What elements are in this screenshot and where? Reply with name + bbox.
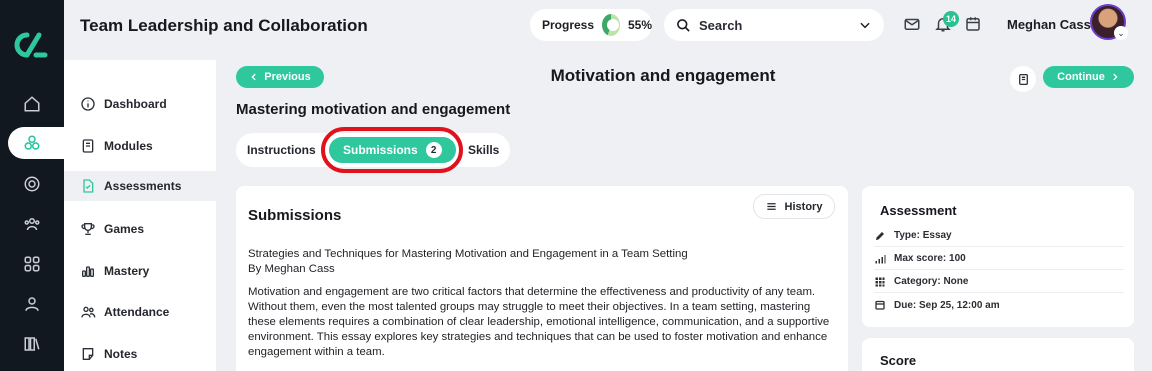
icon-rail — [0, 0, 64, 371]
continue-button[interactable]: Continue — [1043, 66, 1134, 88]
modules-icon[interactable] — [20, 131, 44, 155]
sidebar-item-label: Attendance — [104, 305, 170, 319]
sidebar-item-modules[interactable]: Modules — [64, 131, 216, 161]
search-dropdown[interactable]: Search — [664, 9, 884, 41]
assessment-max-score: Max score: 100 — [874, 248, 1124, 270]
sidebar-item-label: Mastery — [104, 264, 150, 278]
top-header: Team Leadership and Collaboration Progre… — [64, 0, 1152, 56]
book-icon[interactable] — [1010, 66, 1036, 92]
user-name[interactable]: Meghan Cass — [1007, 17, 1091, 32]
essay-header: Strategies and Techniques for Mastering … — [248, 247, 838, 277]
note-icon — [82, 348, 94, 360]
calendar-icon — [875, 300, 885, 310]
submissions-card: Submissions History Strategies and Techn… — [236, 186, 848, 371]
assessment-category: Category: None — [874, 271, 1124, 293]
previous-button[interactable]: Previous — [236, 66, 324, 88]
essay-title: Strategies and Techniques for Mastering … — [248, 248, 688, 260]
trophy-icon — [81, 223, 95, 235]
info-icon — [81, 97, 95, 111]
pencil-icon — [876, 231, 884, 240]
library-icon[interactable] — [20, 332, 44, 356]
progress-ring — [602, 14, 620, 36]
sidebar-item-mastery[interactable]: Mastery — [64, 256, 216, 286]
profile-icon[interactable] — [20, 292, 44, 316]
page-title: Motivation and engagement — [550, 66, 776, 85]
target-icon[interactable] — [20, 172, 44, 196]
tab-instructions[interactable]: Instructions — [247, 133, 316, 167]
chevron-left-icon — [251, 73, 256, 81]
calendar-icon[interactable] — [964, 15, 982, 33]
sidebar-item-dashboard[interactable]: Dashboard — [64, 89, 216, 119]
menu-icon — [766, 203, 776, 210]
signal-bars-icon — [875, 254, 886, 263]
notification-badge: 14 — [943, 11, 959, 27]
score-title: Score — [880, 353, 917, 368]
essay-author: By Meghan Cass — [248, 263, 335, 275]
category-grid-icon — [875, 277, 885, 286]
sidebar-nav: Dashboard Modules Assessments Games Mast… — [64, 60, 216, 371]
file-icon — [83, 179, 94, 193]
home-icon[interactable] — [20, 92, 44, 116]
search-label: Search — [699, 17, 743, 33]
sidebar-item-label: Assessments — [104, 179, 182, 193]
assessment-type: Type: Essay — [874, 225, 1124, 247]
search-icon — [677, 18, 690, 32]
sidebar-item-attendance[interactable]: Attendance — [64, 297, 216, 327]
progress-value: 55% — [627, 18, 652, 32]
submissions-title: Submissions — [248, 207, 342, 224]
grid-icon[interactable] — [20, 252, 44, 276]
app-logo[interactable] — [11, 30, 51, 60]
sidebar-item-games[interactable]: Games — [64, 214, 216, 244]
chevron-down-icon[interactable]: ⌄ — [1114, 26, 1128, 40]
assessment-card: Assessment Type: Essay Max score: 100 Ca… — [862, 186, 1134, 327]
group-icon — [81, 306, 96, 318]
progress-label: Progress — [542, 18, 595, 32]
history-button[interactable]: History — [753, 194, 835, 219]
sidebar-item-notes[interactable]: Notes — [64, 339, 216, 369]
essay-body: Motivation and engagement are two critic… — [248, 286, 830, 358]
app-title: Team Leadership and Collaboration — [80, 16, 368, 35]
chart-bars-icon — [82, 266, 94, 277]
section-subheading: Mastering motivation and engagement — [236, 101, 511, 118]
score-card: Score — [862, 338, 1134, 371]
chevron-down-icon — [860, 22, 870, 29]
sidebar-item-label: Games — [104, 222, 145, 236]
sidebar-item-label: Modules — [104, 139, 153, 153]
highlight-annotation — [321, 127, 463, 173]
assessment-title: Assessment — [880, 203, 957, 218]
tab-skills[interactable]: Skills — [468, 133, 499, 167]
sidebar-item-assessments[interactable]: Assessments — [64, 171, 216, 201]
assessment-due-date: Due: Sep 25, 12:00 am — [874, 294, 1124, 316]
users-icon[interactable] — [20, 212, 44, 236]
previous-label: Previous — [264, 71, 311, 83]
mail-icon[interactable] — [903, 15, 921, 33]
continue-label: Continue — [1057, 71, 1105, 83]
progress-indicator[interactable]: Progress 55% — [530, 9, 652, 41]
book-icon — [82, 139, 94, 153]
sidebar-item-label: Dashboard — [104, 97, 167, 111]
sidebar-item-label: Notes — [104, 347, 138, 361]
chevron-right-icon — [1113, 73, 1118, 81]
